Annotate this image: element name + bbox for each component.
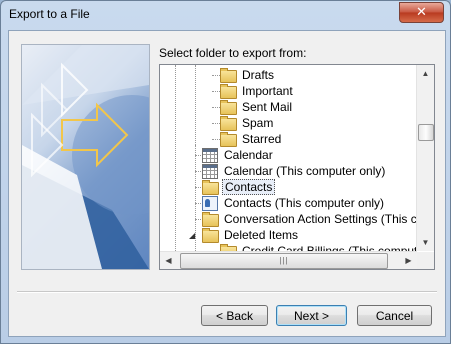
folder-icon <box>220 68 237 83</box>
scroll-left-icon[interactable]: ◀ <box>160 252 177 269</box>
folder-icon <box>220 132 237 147</box>
dialog-body: Select folder to export from: Drafts Imp… <box>8 30 446 337</box>
vertical-scrollbar[interactable]: ▲ ▼ <box>416 65 434 251</box>
cancel-button[interactable]: Cancel <box>357 305 432 326</box>
export-dialog: Export to a File ✕ Select folder to expo… <box>0 0 451 344</box>
contact-icon <box>202 196 218 211</box>
horizontal-scroll-thumb[interactable]: ||| <box>180 253 388 269</box>
tree-item-calendar[interactable]: Calendar <box>160 147 417 163</box>
close-button[interactable]: ✕ <box>399 2 444 23</box>
tree-item-starred[interactable]: Starred <box>160 131 417 147</box>
tree-item-contacts-local[interactable]: Contacts (This computer only) <box>160 195 417 211</box>
tree-item-credit-card-billings[interactable]: Credit Card Billings (This comput <box>160 243 417 251</box>
horizontal-scrollbar[interactable]: ◀ ||| ▶ <box>160 251 417 269</box>
folder-icon <box>202 180 219 195</box>
divider <box>17 291 437 293</box>
folder-tree[interactable]: Drafts Important Sent Mail Spam Starred … <box>159 64 435 270</box>
tree-item-drafts[interactable]: Drafts <box>160 67 417 83</box>
vertical-scroll-thumb[interactable] <box>418 124 434 141</box>
collapse-arrow-icon[interactable]: ◢ <box>189 228 195 244</box>
scroll-right-icon[interactable]: ▶ <box>400 252 417 269</box>
tree-item-spam[interactable]: Spam <box>160 115 417 131</box>
scroll-down-icon[interactable]: ▼ <box>417 234 434 251</box>
tree-item-contacts[interactable]: Contacts <box>160 179 417 195</box>
scrollbar-corner <box>417 252 434 269</box>
back-button[interactable]: < Back <box>201 305 268 326</box>
tree-item-conversation-action-settings[interactable]: Conversation Action Settings (This c <box>160 211 417 227</box>
calendar-icon <box>202 164 218 179</box>
close-icon: ✕ <box>416 4 427 19</box>
tree-item-important[interactable]: Important <box>160 83 417 99</box>
folder-icon <box>202 212 219 227</box>
tree-item-calendar-local[interactable]: Calendar (This computer only) <box>160 163 417 179</box>
next-button[interactable]: Next > <box>276 305 347 326</box>
folder-tree-viewport: Drafts Important Sent Mail Spam Starred … <box>160 65 417 251</box>
folder-icon <box>202 228 219 243</box>
folder-icon <box>220 100 237 115</box>
wizard-banner-image <box>21 44 150 270</box>
tree-item-sent-mail[interactable]: Sent Mail <box>160 99 417 115</box>
select-folder-label: Select folder to export from: <box>159 46 307 60</box>
scroll-up-icon[interactable]: ▲ <box>417 65 434 82</box>
folder-icon <box>220 116 237 131</box>
tree-item-deleted-items[interactable]: ◢ Deleted Items <box>160 227 417 243</box>
calendar-icon <box>202 148 218 163</box>
folder-icon <box>220 84 237 99</box>
window-title: Export to a File <box>9 7 90 21</box>
